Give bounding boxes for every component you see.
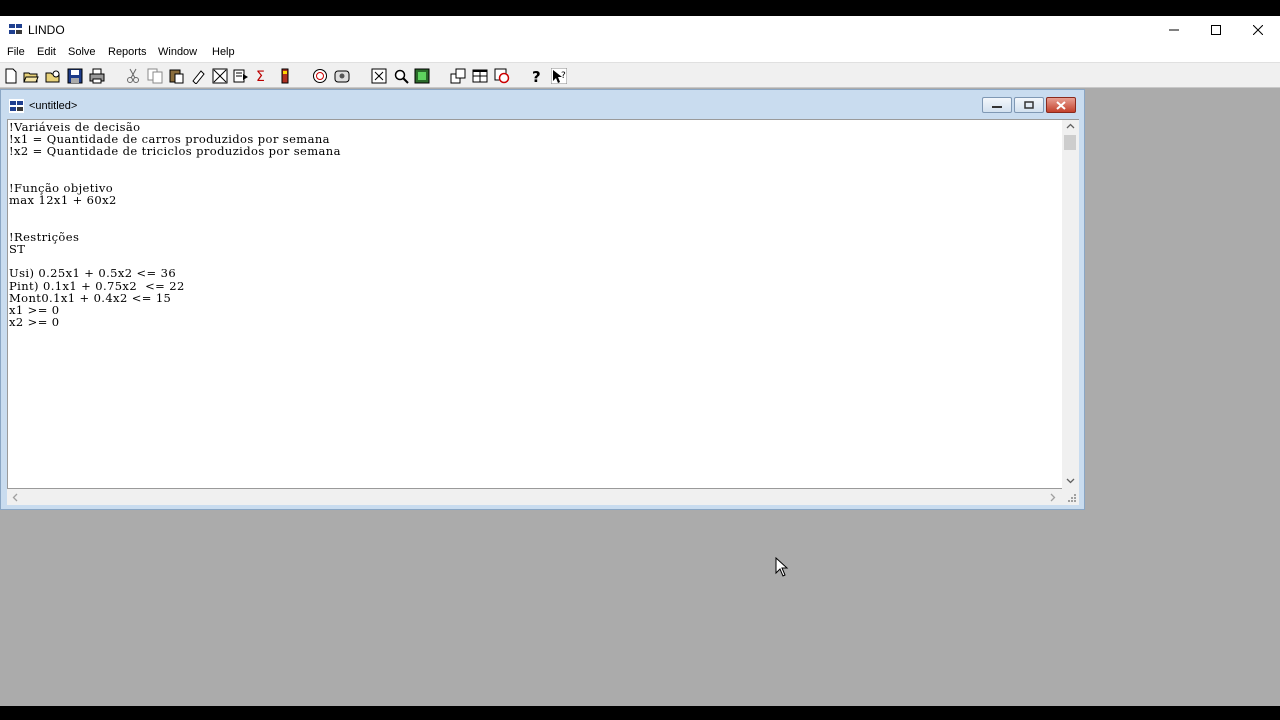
menu-help[interactable]: Help (212, 46, 235, 58)
arrange-button[interactable] (493, 67, 511, 85)
size-grip[interactable] (1062, 489, 1079, 505)
goto-line-icon: Σ (256, 69, 265, 84)
close-all-icon (394, 69, 409, 84)
model-window: <untitled> !Variáveis de decisão !x1 = Q… (0, 89, 1085, 510)
restore-icon (1024, 101, 1034, 109)
solve-button[interactable] (276, 67, 294, 85)
size-grip-icon (1068, 494, 1076, 502)
scroll-left-icon[interactable] (12, 493, 18, 502)
paste-button[interactable] (167, 67, 185, 85)
find-icon (233, 69, 248, 83)
svg-text:?: ? (561, 71, 566, 81)
help-button[interactable]: ? (528, 67, 546, 85)
maximize-icon (1211, 25, 1221, 35)
clear-button[interactable] (189, 67, 207, 85)
model-line: ST (9, 242, 26, 257)
title-bar[interactable]: LINDO (0, 16, 1280, 44)
child-maximize-button[interactable] (1014, 97, 1044, 113)
screen-top-bar (0, 0, 1280, 16)
model-window-title: <untitled> (29, 100, 78, 112)
solve-icon (281, 68, 289, 84)
send-to-back-button[interactable] (370, 67, 388, 85)
menu-edit[interactable]: Edit (37, 46, 56, 58)
print-button[interactable] (88, 67, 106, 85)
vertical-scroll-thumb[interactable] (1064, 135, 1076, 150)
copy-icon (147, 68, 163, 84)
menu-bar: File Edit Solve Reports Window Help (0, 44, 1280, 62)
view-button[interactable] (44, 67, 62, 85)
new-button[interactable] (2, 67, 20, 85)
model-text: !Variáveis de decisão !x1 = Quantidade d… (8, 120, 1063, 328)
menu-window[interactable]: Window (158, 46, 197, 58)
close-button[interactable] (1236, 16, 1280, 44)
lindo-application-window: LINDO File Edit Solve Reports Window Hel… (0, 16, 1280, 706)
model-line: x2 >= 0 (9, 315, 60, 330)
cut-button[interactable] (124, 67, 142, 85)
new-icon (5, 68, 17, 84)
horizontal-scrollbar[interactable] (7, 489, 1062, 505)
model-line: max 12x1 + 60x2 (9, 193, 117, 208)
compile-button[interactable] (311, 67, 329, 85)
title-icon (472, 69, 488, 83)
options-icon (334, 70, 350, 83)
window-title: LINDO (28, 23, 65, 37)
screen-bottom-bar (0, 706, 1280, 720)
close-all-button[interactable] (392, 67, 410, 85)
scroll-right-icon[interactable] (1050, 493, 1056, 502)
menu-solve[interactable]: Solve (68, 46, 96, 58)
vertical-scrollbar[interactable] (1062, 119, 1079, 489)
cascade-icon (450, 68, 466, 84)
clear-all-button[interactable] (211, 67, 229, 85)
cascade-button[interactable] (449, 67, 467, 85)
toolbar: Σ ? ? (0, 62, 1280, 88)
model-line: !x2 = Quantidade de triciclos produzidos… (9, 144, 341, 159)
compile-icon (313, 69, 327, 83)
menu-reports[interactable]: Reports (108, 46, 147, 58)
scroll-up-icon[interactable] (1066, 123, 1075, 129)
menu-file[interactable]: File (7, 46, 25, 58)
print-icon (89, 68, 105, 84)
model-editor[interactable]: !Variáveis de decisão !x1 = Quantidade d… (7, 119, 1063, 489)
find-button[interactable] (232, 67, 250, 85)
model-window-icon (9, 99, 24, 113)
mouse-cursor-icon (775, 557, 789, 577)
svg-text:Σ: Σ (256, 69, 265, 84)
open-icon (23, 72, 39, 83)
view-icon (45, 70, 60, 83)
tile-icon (414, 68, 430, 84)
paste-icon (169, 69, 184, 84)
options-button[interactable] (333, 67, 351, 85)
tile-button[interactable] (413, 67, 431, 85)
clear-icon (192, 70, 205, 84)
minimize-icon (1169, 29, 1179, 31)
child-minimize-button[interactable] (982, 97, 1012, 113)
help-icon: ? (532, 68, 541, 84)
close-icon (1253, 25, 1263, 35)
copy-button[interactable] (146, 67, 164, 85)
lindo-app-icon (8, 22, 23, 36)
maximize-button[interactable] (1194, 16, 1238, 44)
open-button[interactable] (22, 67, 40, 85)
save-icon (67, 68, 83, 84)
minimize-icon (992, 106, 1002, 108)
clear-all-icon (212, 68, 228, 84)
arrange-icon (494, 68, 510, 84)
minimize-button[interactable] (1152, 16, 1196, 44)
goto-line-button[interactable]: Σ (254, 67, 272, 85)
child-close-button[interactable] (1046, 97, 1076, 113)
scroll-down-icon[interactable] (1066, 478, 1075, 484)
context-help-button[interactable]: ? (550, 67, 568, 85)
title-button[interactable] (471, 67, 489, 85)
save-button[interactable] (66, 67, 84, 85)
cut-icon (127, 68, 139, 83)
svg-text:?: ? (532, 68, 541, 84)
send-to-back-icon (371, 68, 387, 84)
context-help-icon: ? (551, 68, 567, 84)
close-icon (1056, 100, 1066, 110)
